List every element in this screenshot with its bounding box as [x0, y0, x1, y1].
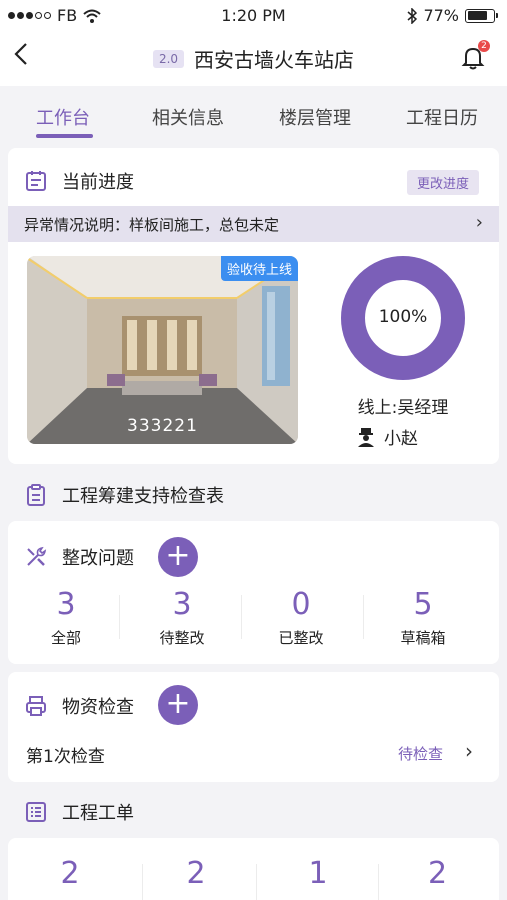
- add-inspection-button[interactable]: +: [158, 685, 198, 725]
- divider: [142, 864, 143, 900]
- battery-icon: [465, 8, 498, 23]
- stat-drafts[interactable]: 5 草稿箱: [362, 587, 484, 648]
- calendar-icon: [26, 171, 46, 191]
- title-group: 2.0 西安古墙火车站店: [0, 44, 507, 73]
- order-stat-2-count: 2: [186, 856, 206, 891]
- chevron-right-icon: ›: [465, 739, 473, 763]
- stat-pending-count: 3: [172, 587, 192, 622]
- site-photo[interactable]: 验收待上线 333221: [27, 256, 298, 444]
- tab-bar: 工作台 相关信息 楼层管理 工程日历: [0, 86, 507, 142]
- work-orders-header: 工程工单: [24, 799, 134, 825]
- stat-pending[interactable]: 3 待整改: [124, 587, 240, 648]
- tab-project-calendar[interactable]: 工程日历: [406, 104, 478, 130]
- stat-all[interactable]: 3 全部: [8, 587, 124, 648]
- divider: [378, 864, 379, 900]
- order-stat-4[interactable]: 2: [376, 856, 499, 892]
- photo-caption: 333221: [127, 416, 198, 436]
- order-stat-1-count: 2: [60, 856, 80, 891]
- divider: [256, 864, 257, 900]
- divider: [363, 595, 364, 639]
- order-stat-3-count: 1: [308, 856, 328, 891]
- online-manager: 线上:吴经理: [357, 398, 449, 418]
- stat-drafts-count: 5: [413, 587, 433, 622]
- work-order-stats: 2 2 1 2: [8, 856, 499, 900]
- materials-card: 物资检查 + 第1次检查 待检查 ›: [8, 672, 499, 782]
- person-icon: [358, 427, 374, 447]
- stat-pending-label: 待整改: [159, 629, 205, 647]
- rectify-title: 整改问题: [62, 548, 134, 569]
- materials-title: 物资检查: [62, 697, 134, 718]
- navigation-bar: 2.0 西安古墙火车站店 2: [0, 30, 507, 86]
- rectify-card: 整改问题 + 3 全部 3 待整改 0 已整改 5 草稿箱: [8, 521, 499, 664]
- progress-title: 当前进度: [62, 172, 134, 193]
- status-bar: FB 1:20 PM 77%: [0, 0, 507, 30]
- battery-percent: 77%: [423, 6, 459, 25]
- order-stat-4-count: 2: [427, 856, 448, 891]
- bluetooth-icon: [407, 7, 418, 24]
- version-badge: 2.0: [152, 49, 185, 68]
- inspection-name: 第1次检查: [26, 747, 105, 767]
- tab-floor-management[interactable]: 楼层管理: [279, 104, 351, 130]
- list-icon: [26, 802, 46, 822]
- system-indicators: 77%: [407, 6, 498, 25]
- acceptance-status-tag: 验收待上线: [220, 256, 298, 281]
- progress-header: 当前进度: [24, 168, 134, 194]
- printer-icon: [26, 696, 46, 716]
- add-issue-button[interactable]: +: [158, 537, 198, 577]
- tools-icon: [27, 546, 47, 566]
- materials-header: 物资检查: [24, 693, 134, 719]
- stat-drafts-label: 草稿箱: [400, 629, 446, 647]
- clipboard-icon: [27, 484, 45, 506]
- page-title: 西安古墙火车站店: [194, 48, 355, 72]
- stat-done[interactable]: 0 已整改: [240, 587, 362, 648]
- divider: [241, 595, 242, 639]
- notification-button[interactable]: 2: [459, 40, 490, 72]
- rectify-header: 整改问题: [24, 544, 134, 570]
- active-tab-indicator: [36, 134, 93, 138]
- notification-badge: 2: [478, 40, 490, 52]
- divider: [119, 595, 120, 639]
- rectify-stats: 3 全部 3 待整改 0 已整改 5 草稿箱: [8, 587, 499, 648]
- work-orders-card: 2 2 1 2: [8, 838, 499, 900]
- order-stat-3[interactable]: 1: [260, 856, 376, 892]
- exception-text: 异常情况说明：样板间施工，总包未定: [24, 216, 280, 234]
- checklist-row[interactable]: 工程筹建支持检查表: [24, 482, 224, 508]
- tab-workbench[interactable]: 工作台: [36, 104, 90, 130]
- change-progress-button[interactable]: 更改进度: [406, 170, 479, 195]
- assignee: 小赵: [356, 424, 418, 449]
- stat-done-count: 0: [291, 587, 311, 622]
- inspection-status: 待检查: [397, 745, 443, 763]
- chevron-right-icon: ›: [475, 212, 483, 233]
- assignee-name: 小赵: [384, 429, 418, 449]
- checklist-title: 工程筹建支持检查表: [62, 486, 224, 507]
- progress-percent: 100%: [378, 307, 428, 327]
- stat-done-label: 已整改: [278, 629, 324, 647]
- stat-all-count: 3: [56, 587, 76, 622]
- order-stat-1[interactable]: 2: [8, 856, 132, 892]
- work-orders-title: 工程工单: [62, 803, 134, 824]
- exception-notice[interactable]: 异常情况说明：样板间施工，总包未定 ›: [8, 206, 499, 242]
- tab-related-info[interactable]: 相关信息: [152, 104, 224, 130]
- order-stat-2[interactable]: 2: [132, 856, 260, 892]
- stat-all-label: 全部: [50, 629, 81, 647]
- inspection-row[interactable]: 第1次检查 待检查 ›: [8, 736, 499, 772]
